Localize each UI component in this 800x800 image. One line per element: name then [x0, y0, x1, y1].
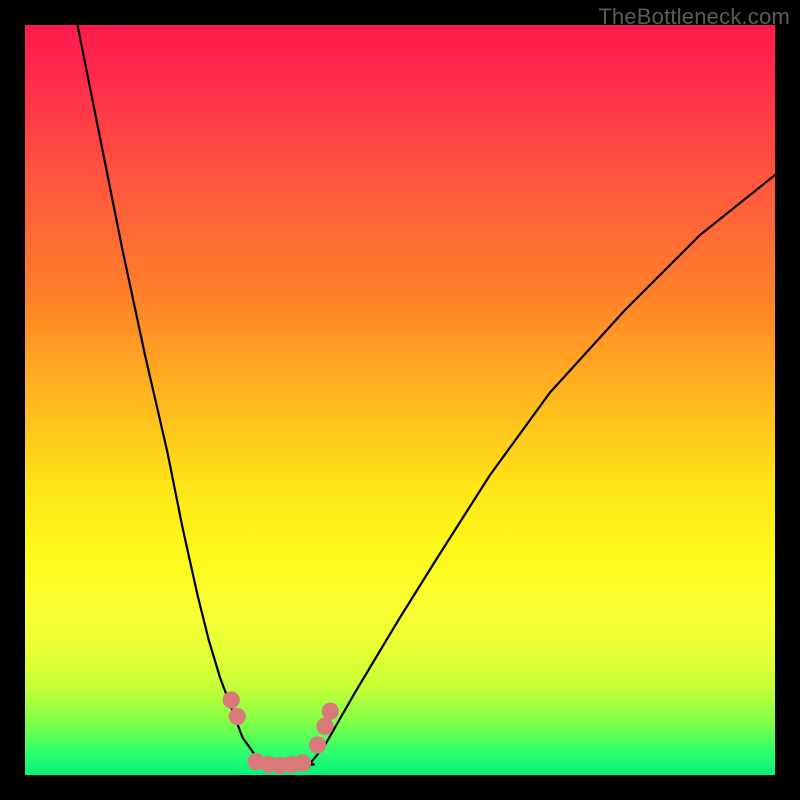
marker-dot	[316, 718, 333, 735]
chart-svg	[25, 25, 775, 775]
marker-dot	[229, 708, 246, 725]
plot-area	[25, 25, 775, 775]
series-left-arm	[78, 25, 262, 764]
curve-lines	[78, 25, 776, 768]
series-right-arm	[310, 175, 775, 764]
marker-dot	[223, 691, 240, 708]
marker-dot	[309, 736, 326, 753]
watermark-text: TheBottleneck.com	[598, 4, 790, 30]
frame: TheBottleneck.com	[0, 0, 800, 800]
marker-dot	[294, 754, 311, 771]
marker-dot	[322, 703, 339, 720]
